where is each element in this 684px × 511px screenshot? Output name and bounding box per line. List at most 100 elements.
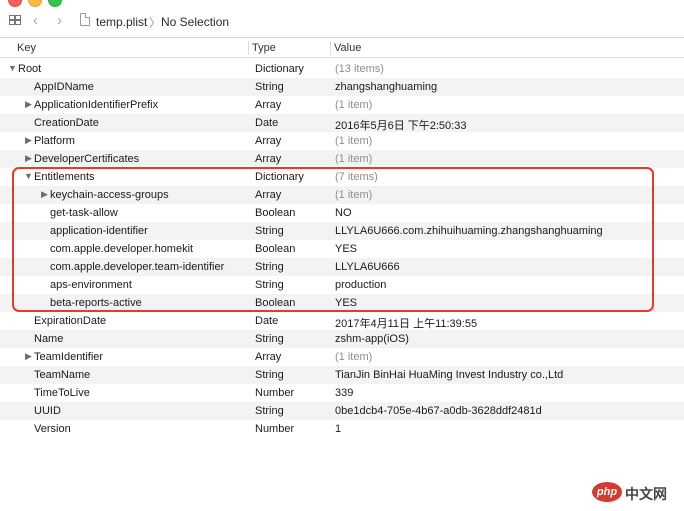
row-value[interactable]: 2017年4月11日 上午11:39:55: [335, 315, 477, 331]
plist-row[interactable]: Version Number 1: [0, 420, 684, 438]
row-key[interactable]: application-identifier: [50, 225, 148, 237]
plist-row[interactable]: ▶ Platform Array (1 item): [0, 132, 684, 150]
value-column-header[interactable]: Value: [334, 42, 361, 54]
plist-row[interactable]: ▶ keychain-access-groups Array (1 item): [0, 186, 684, 204]
row-key[interactable]: ApplicationIdentifierPrefix: [34, 99, 158, 111]
zoom-window-button[interactable]: [48, 0, 62, 7]
row-type[interactable]: Number: [255, 423, 294, 435]
row-value[interactable]: 339: [335, 387, 353, 399]
row-type[interactable]: Date: [255, 117, 278, 129]
plist-row[interactable]: ▼ Root Dictionary (13 items): [0, 60, 684, 78]
row-value[interactable]: NO: [335, 207, 352, 219]
row-type[interactable]: String: [255, 81, 284, 93]
row-value[interactable]: (1 item): [335, 153, 372, 165]
row-type[interactable]: Number: [255, 387, 294, 399]
row-value[interactable]: (7 items): [335, 171, 378, 183]
row-value[interactable]: LLYLA6U666: [335, 261, 400, 273]
navigate-back-chevron-icon[interactable]: ‹: [33, 13, 38, 28]
row-value[interactable]: zshm-app(iOS): [335, 333, 409, 345]
row-key[interactable]: com.apple.developer.homekit: [50, 243, 193, 255]
row-value[interactable]: (1 item): [335, 99, 372, 111]
row-type[interactable]: Array: [255, 99, 281, 111]
plist-row[interactable]: com.apple.developer.team-identifier Strin…: [0, 258, 684, 276]
key-column-header[interactable]: Key: [17, 42, 36, 54]
plist-row[interactable]: AppIDName String zhangshanghuaming: [0, 78, 684, 96]
related-items-grid-icon[interactable]: [9, 15, 21, 26]
disclosure-expanded-triangle-icon[interactable]: ▼: [24, 172, 33, 181]
disclosure-expanded-triangle-icon[interactable]: ▼: [8, 64, 17, 73]
row-key[interactable]: com.apple.developer.team-identifier: [50, 261, 224, 273]
row-value[interactable]: (1 item): [335, 351, 372, 363]
row-type[interactable]: Dictionary: [255, 171, 304, 183]
disclosure-collapsed-triangle-icon[interactable]: ▶: [24, 136, 33, 145]
row-type[interactable]: Array: [255, 135, 281, 147]
row-key[interactable]: aps-environment: [50, 279, 132, 291]
plist-row[interactable]: beta-reports-active Boolean YES: [0, 294, 684, 312]
row-value[interactable]: production: [335, 279, 386, 291]
row-key[interactable]: Root: [18, 63, 41, 75]
plist-row[interactable]: UUID String 0be1dcb4-705e-4b67-a0db-3628dd…: [0, 402, 684, 420]
plist-row[interactable]: CreationDate Date 2016年5月6日 下午2:50:33: [0, 114, 684, 132]
plist-row[interactable]: aps-environment String production: [0, 276, 684, 294]
navigate-forward-chevron-icon[interactable]: ›: [57, 13, 62, 28]
row-type[interactable]: Array: [255, 153, 281, 165]
row-value[interactable]: 2016年5月6日 下午2:50:33: [335, 117, 466, 133]
disclosure-collapsed-triangle-icon[interactable]: ▶: [40, 190, 49, 199]
row-key[interactable]: TimeToLive: [34, 387, 90, 399]
row-key[interactable]: AppIDName: [34, 81, 94, 93]
row-key[interactable]: Name: [34, 333, 63, 345]
row-value[interactable]: (1 item): [335, 135, 372, 147]
row-value[interactable]: (13 items): [335, 63, 384, 75]
row-key[interactable]: CreationDate: [34, 117, 99, 129]
close-window-button[interactable]: [8, 0, 22, 7]
row-key[interactable]: Entitlements: [34, 171, 95, 183]
row-value[interactable]: (1 item): [335, 189, 372, 201]
plist-row[interactable]: Name String zshm-app(iOS): [0, 330, 684, 348]
plist-row[interactable]: ▶ TeamIdentifier Array (1 item): [0, 348, 684, 366]
column-divider[interactable]: [248, 41, 249, 55]
row-key[interactable]: get-task-allow: [50, 207, 118, 219]
row-value[interactable]: LLYLA6U666.com.zhihuihuaming.zhangshangh…: [335, 225, 603, 237]
row-key[interactable]: TeamIdentifier: [34, 351, 103, 363]
row-type[interactable]: Boolean: [255, 207, 295, 219]
plist-row[interactable]: ExpirationDate Date 2017年4月11日 上午11:39:55: [0, 312, 684, 330]
row-key[interactable]: ExpirationDate: [34, 315, 106, 327]
plist-row[interactable]: ▼ Entitlements Dictionary (7 items): [0, 168, 684, 186]
plist-row[interactable]: com.apple.developer.homekit Boolean YES: [0, 240, 684, 258]
row-type[interactable]: String: [255, 405, 284, 417]
row-key[interactable]: UUID: [34, 405, 61, 417]
row-type[interactable]: Array: [255, 189, 281, 201]
row-type[interactable]: Array: [255, 351, 281, 363]
plist-row[interactable]: get-task-allow Boolean NO: [0, 204, 684, 222]
plist-row[interactable]: TeamName String TianJin BinHai HuaMing Inv…: [0, 366, 684, 384]
row-key[interactable]: Platform: [34, 135, 75, 147]
plist-row[interactable]: application-identifier String LLYLA6U666.c…: [0, 222, 684, 240]
disclosure-collapsed-triangle-icon[interactable]: ▶: [24, 352, 33, 361]
row-type[interactable]: String: [255, 225, 284, 237]
row-key[interactable]: TeamName: [34, 369, 90, 381]
row-key[interactable]: beta-reports-active: [50, 297, 142, 309]
row-value[interactable]: YES: [335, 297, 357, 309]
row-value[interactable]: YES: [335, 243, 357, 255]
row-type[interactable]: String: [255, 279, 284, 291]
row-type[interactable]: Dictionary: [255, 63, 304, 75]
plist-row[interactable]: ▶ ApplicationIdentifierPrefix Array (1 item…: [0, 96, 684, 114]
row-type[interactable]: String: [255, 333, 284, 345]
disclosure-collapsed-triangle-icon[interactable]: ▶: [24, 100, 33, 109]
row-type[interactable]: String: [255, 369, 284, 381]
plist-row[interactable]: TimeToLive Number 339: [0, 384, 684, 402]
type-column-header[interactable]: Type: [252, 42, 276, 54]
row-value[interactable]: zhangshanghuaming: [335, 81, 437, 93]
row-value[interactable]: TianJin BinHai HuaMing Invest Industry c…: [335, 369, 563, 381]
row-type[interactable]: Date: [255, 315, 278, 327]
disclosure-collapsed-triangle-icon[interactable]: ▶: [24, 154, 33, 163]
row-value[interactable]: 0be1dcb4-705e-4b67-a0db-3628ddf2481d: [335, 405, 542, 417]
row-key[interactable]: DeveloperCertificates: [34, 153, 139, 165]
minimize-window-button[interactable]: [28, 0, 42, 7]
row-type[interactable]: String: [255, 261, 284, 273]
row-key[interactable]: Version: [34, 423, 71, 435]
breadcrumb-selection[interactable]: No Selection: [161, 15, 229, 29]
row-type[interactable]: Boolean: [255, 243, 295, 255]
row-key[interactable]: keychain-access-groups: [50, 189, 169, 201]
row-value[interactable]: 1: [335, 423, 341, 435]
